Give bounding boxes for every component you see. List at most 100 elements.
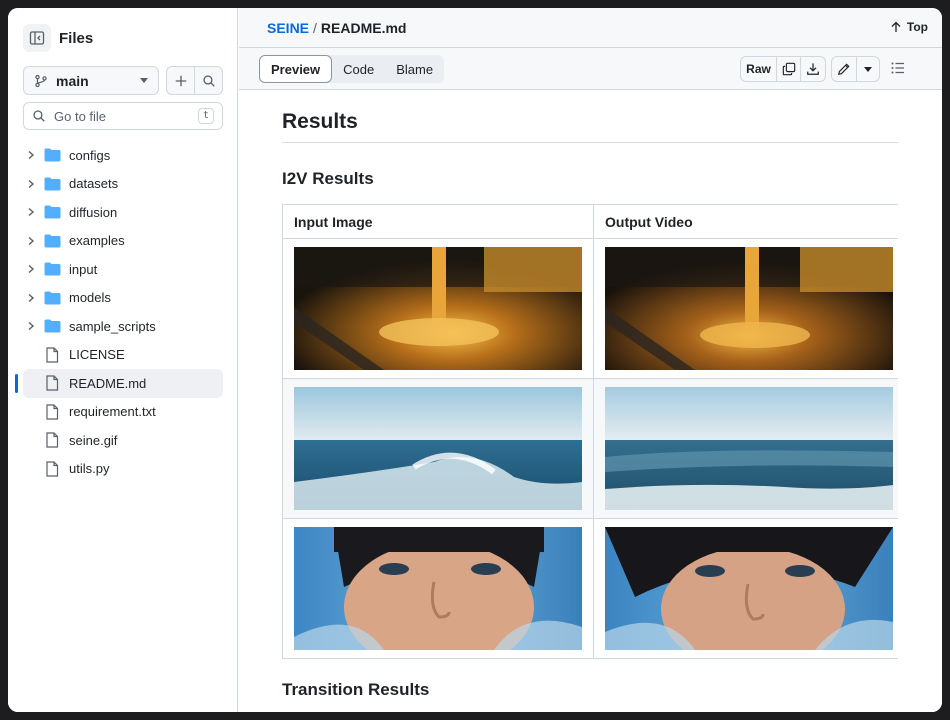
folder-icon [43,262,61,276]
chevron-right-icon[interactable] [23,321,39,331]
chevron-down-icon [140,78,148,83]
sidebar-collapse-button[interactable] [23,24,51,52]
heading-i2v-results: I2V Results [282,169,374,188]
keyboard-shortcut-badge: t [197,108,214,124]
heading-transition-results: Transition Results [282,680,430,699]
git-branch-icon [35,74,47,87]
file-icon [43,432,61,448]
chevron-right-icon[interactable] [23,264,39,274]
tree-item-label: input [69,261,98,277]
table-cell [593,238,898,379]
folder-icon [43,205,61,219]
pencil-icon [837,63,850,76]
chevron-right-icon[interactable] [23,150,39,160]
column-header-input: Input Image [282,204,594,239]
browser-window: Files main Go to file t configs datasets… [8,8,942,712]
tree-folder-sample-scripts[interactable]: sample_scripts [23,312,223,341]
tab-blame[interactable]: Blame [385,55,444,83]
sidebar-header: Files [23,24,93,52]
file-tree-sidebar: Files main Go to file t configs datasets… [8,8,238,712]
tree-folder-diffusion[interactable]: diffusion [23,198,223,227]
tree-file-requirement[interactable]: requirement.txt [23,398,223,427]
table-row [282,378,898,519]
table-cell [282,238,594,379]
table-cell [282,518,594,659]
tree-item-label: configs [69,147,111,163]
tree-item-label: requirement.txt [69,404,156,420]
chevron-right-icon[interactable] [23,179,39,189]
branch-name: main [56,72,89,89]
golden-liquid-pour-video[interactable] [605,247,893,370]
tree-item-label: sample_scripts [69,318,156,334]
table-cell [593,378,898,519]
go-to-file-input[interactable]: Go to file t [23,102,223,130]
breadcrumb-separator: / [313,19,317,36]
tree-file-license[interactable]: LICENSE [23,341,223,370]
file-icon [43,404,61,420]
file-viewer: SEINE / README.md Top Preview Code Blame… [239,8,942,712]
table-row [282,518,898,659]
breadcrumb: SEINE / README.md Top [239,8,942,48]
chevron-right-icon[interactable] [23,207,39,217]
tree-item-label: models [69,290,111,306]
outline-button[interactable] [890,60,906,81]
breadcrumb-file: README.md [320,19,407,36]
folder-icon [43,234,61,248]
tree-item-label: datasets [69,176,119,192]
tree-file-readme[interactable]: README.md [15,369,223,398]
tree-item-label: examples [69,233,125,249]
tab-code[interactable]: Code [332,55,385,83]
go-to-file-placeholder: Go to file [54,108,107,124]
arrow-up-icon [891,21,901,32]
tree-folder-configs[interactable]: configs [23,141,223,170]
tree-item-label: LICENSE [69,347,125,363]
woman-face-water-image[interactable] [294,527,582,650]
tree-folder-input[interactable]: input [23,255,223,284]
download-icon [807,63,819,75]
table-cell [593,518,898,659]
copy-raw-button[interactable] [777,56,801,82]
tree-item-label: seine.gif [69,432,118,448]
copy-icon [782,62,795,76]
raw-actions: Raw [740,56,826,82]
tree-folder-models[interactable]: models [23,284,223,313]
raw-button[interactable]: Raw [740,56,777,82]
scroll-top-label: Top [906,20,928,34]
breadcrumb-repo-link[interactable]: SEINE [267,20,309,36]
heading-results: Results [282,110,898,143]
edit-options-button[interactable] [857,56,880,82]
tree-item-label: diffusion [69,204,118,220]
scroll-top-button[interactable]: Top [890,20,928,34]
file-icon [43,347,61,363]
search-icon [202,74,215,87]
folder-icon [43,291,61,305]
golden-liquid-pour-image[interactable] [294,247,582,370]
add-file-button[interactable] [166,66,195,95]
woman-face-water-video[interactable] [605,527,893,650]
list-unordered-icon [891,62,904,74]
download-raw-button[interactable] [801,56,826,82]
edit-actions [831,56,880,82]
chevron-right-icon[interactable] [23,293,39,303]
tree-file-utils[interactable]: utils.py [23,455,223,484]
search-files-button[interactable] [194,66,223,95]
file-tree: configs datasets diffusion examples inpu [15,141,223,484]
folder-icon [43,177,61,191]
file-icon [43,375,61,391]
file-icon [43,461,61,477]
tree-folder-datasets[interactable]: datasets [23,170,223,199]
edit-file-button[interactable] [831,56,857,82]
tree-folder-examples[interactable]: examples [23,227,223,256]
chevron-down-icon [864,66,872,72]
tab-preview[interactable]: Preview [259,55,333,83]
tree-file-seine-gif[interactable]: seine.gif [23,426,223,455]
view-mode-tabs: Preview Code Blame [259,55,445,83]
sidebar-title: Files [59,29,94,47]
branch-selector[interactable]: main [23,66,159,95]
search-icon [33,110,45,122]
plus-icon [175,75,186,86]
chevron-right-icon[interactable] [23,236,39,246]
tree-item-label: README.md [69,375,147,391]
ocean-wave-image[interactable] [294,387,582,510]
ocean-wave-video[interactable] [605,387,893,510]
